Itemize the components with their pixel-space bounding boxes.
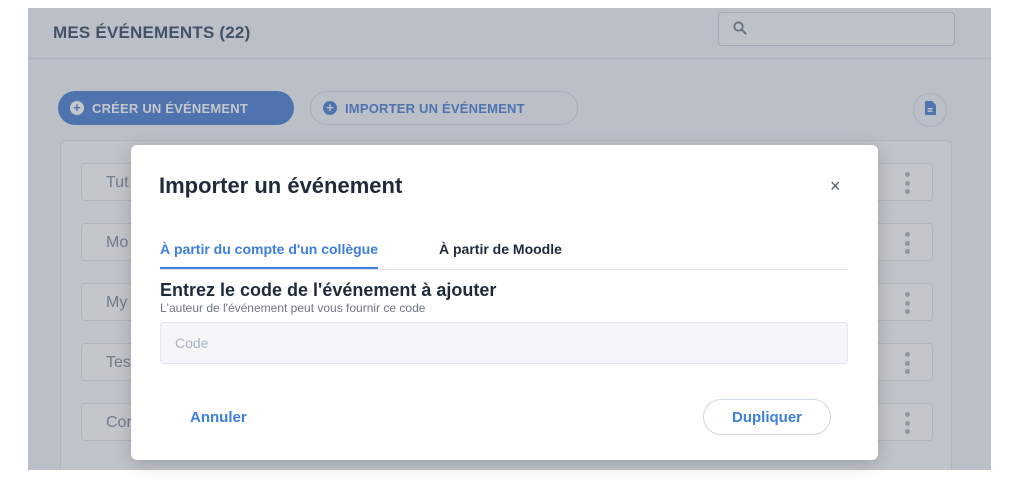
import-tabs: À partir du compte d'un collègue À parti… xyxy=(160,233,848,270)
dialog-title: Importer un événement xyxy=(159,173,403,198)
duplicate-button[interactable]: Dupliquer xyxy=(703,399,831,435)
tab-colleague-account[interactable]: À partir du compte d'un collègue xyxy=(160,241,379,269)
code-section-title: Entrez le code de l'événement à ajouter xyxy=(160,280,497,300)
duplicate-button-label: Dupliquer xyxy=(732,408,802,426)
event-code-input[interactable] xyxy=(160,322,848,364)
tab-moodle[interactable]: À partir de Moodle xyxy=(439,241,562,267)
import-event-dialog: Importer un événement × À partir du comp… xyxy=(131,145,878,460)
cancel-button[interactable]: Annuler xyxy=(190,409,247,426)
code-section-subtitle: L'auteur de l'événement peut vous fourni… xyxy=(160,301,426,315)
close-icon[interactable]: × xyxy=(830,177,841,195)
